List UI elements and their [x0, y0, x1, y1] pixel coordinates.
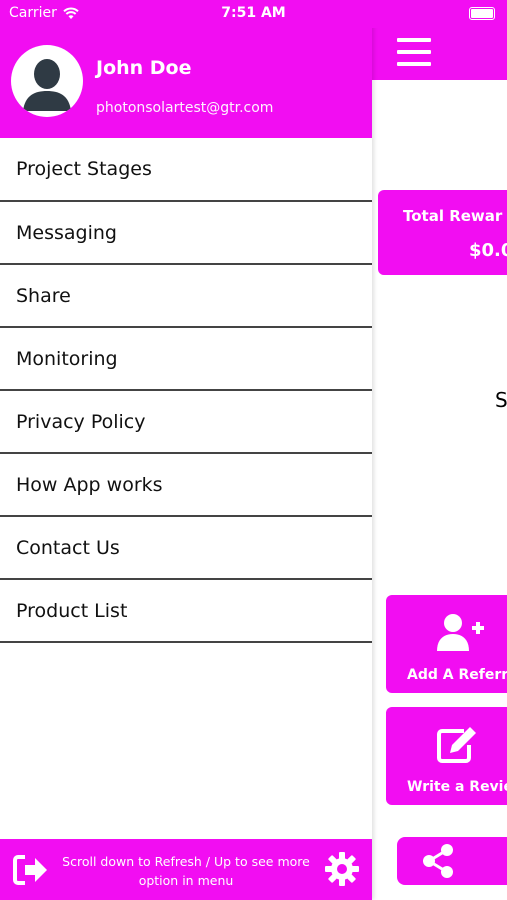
status-time: 7:51 AM — [221, 5, 286, 21]
user-email: photonsolartest@gtr.com — [96, 100, 274, 116]
write-review-button[interactable]: Write a Revie — [386, 707, 507, 805]
drawer-footer: Scroll down to Refresh / Up to see more … — [0, 839, 372, 900]
add-user-icon — [437, 614, 484, 651]
menu-item-share[interactable]: Share — [0, 265, 372, 328]
share-icon — [423, 844, 453, 878]
write-review-label: Write a Revie — [407, 779, 507, 795]
menu-item-contact-us[interactable]: Contact Us — [0, 517, 372, 580]
battery-icon — [469, 7, 495, 20]
total-rewards-card: Total Rewar $0.0 — [378, 190, 507, 275]
menu-item-messaging[interactable]: Messaging — [0, 202, 372, 265]
main-header — [372, 28, 507, 80]
edit-icon — [437, 727, 476, 763]
side-drawer: John Doe photonsolartest@gtr.com Project… — [0, 0, 372, 900]
avatar-icon[interactable] — [11, 45, 83, 117]
share-button[interactable] — [397, 837, 507, 885]
menu-item-project-stages[interactable]: Project Stages — [0, 138, 372, 202]
footer-hint-line1: Scroll down to Refresh / Up to see more — [62, 854, 310, 869]
gear-icon[interactable] — [324, 851, 360, 891]
user-name: John Doe — [96, 57, 192, 79]
partial-text: S — [495, 388, 507, 412]
reward-value: $0.0 — [469, 240, 507, 261]
menu-item-how-app-works[interactable]: How App works — [0, 454, 372, 517]
status-bar: Carrier 7:51 AM — [0, 0, 507, 28]
drawer-menu: Project Stages Messaging Share Monitorin… — [0, 138, 372, 643]
menu-item-product-list[interactable]: Product List — [0, 580, 372, 643]
hamburger-menu-icon[interactable] — [397, 38, 431, 68]
reward-title: Total Rewar — [403, 207, 503, 225]
footer-hint-line2: option in menu — [138, 873, 234, 888]
menu-item-privacy-policy[interactable]: Privacy Policy — [0, 391, 372, 454]
add-referral-button[interactable]: Add A Referra — [386, 595, 507, 693]
footer-hint: Scroll down to Refresh / Up to see more … — [50, 852, 322, 890]
add-referral-label: Add A Referra — [407, 667, 507, 683]
menu-item-monitoring[interactable]: Monitoring — [0, 328, 372, 391]
logout-icon[interactable] — [13, 854, 49, 890]
